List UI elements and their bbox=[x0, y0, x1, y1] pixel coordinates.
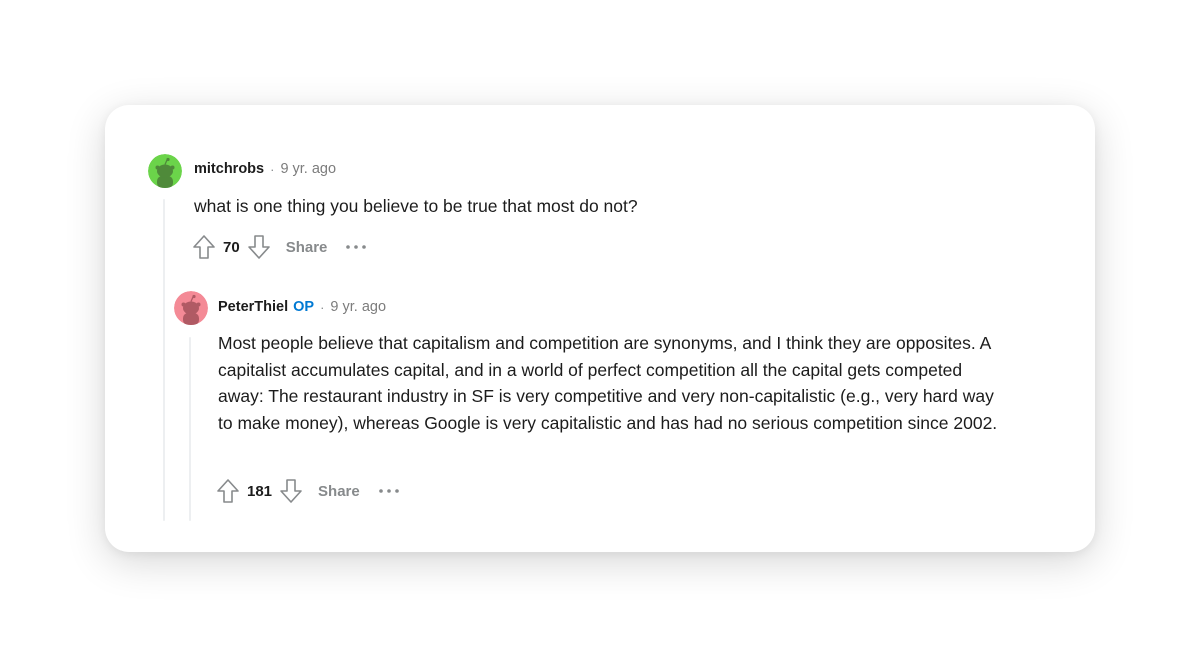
snoo-avatar-icon bbox=[174, 291, 208, 325]
op-badge: OP bbox=[293, 299, 315, 315]
avatar[interactable] bbox=[148, 154, 182, 188]
vote-count: 70 bbox=[223, 238, 240, 256]
comment-body: Most people believe that capitalism and … bbox=[218, 333, 998, 433]
username[interactable]: PeterThiel bbox=[218, 299, 288, 315]
comment-body: what is one thing you believe to be true… bbox=[194, 196, 638, 216]
ellipsis-icon[interactable] bbox=[345, 244, 367, 250]
thread-line-reply[interactable] bbox=[189, 337, 191, 521]
comment-meta: mitchrobs · 9 yr. ago bbox=[194, 161, 336, 177]
comment-card: mitchrobs · 9 yr. ago what is one thing … bbox=[105, 105, 1095, 552]
share-button[interactable]: Share bbox=[286, 239, 328, 256]
timestamp[interactable]: 9 yr. ago bbox=[280, 161, 336, 177]
arrow-down-icon[interactable] bbox=[246, 233, 272, 261]
thread-line-parent[interactable] bbox=[163, 199, 165, 521]
timestamp[interactable]: 9 yr. ago bbox=[330, 299, 386, 315]
arrow-up-icon[interactable] bbox=[215, 477, 241, 505]
ellipsis-icon[interactable] bbox=[378, 488, 400, 494]
arrow-up-icon[interactable] bbox=[191, 233, 217, 261]
comment-meta: PeterThiel OP · 9 yr. ago bbox=[218, 299, 386, 315]
meta-separator: · bbox=[270, 161, 275, 177]
avatar[interactable] bbox=[174, 291, 208, 325]
share-button[interactable]: Share bbox=[318, 483, 360, 500]
arrow-down-icon[interactable] bbox=[278, 477, 304, 505]
comment-actions: 70 Share bbox=[191, 233, 367, 261]
snoo-avatar-icon bbox=[148, 154, 182, 188]
vote-count: 181 bbox=[247, 482, 273, 500]
meta-separator: · bbox=[320, 299, 325, 315]
comment-actions: 181 Share bbox=[215, 477, 400, 505]
username[interactable]: mitchrobs bbox=[194, 161, 264, 177]
